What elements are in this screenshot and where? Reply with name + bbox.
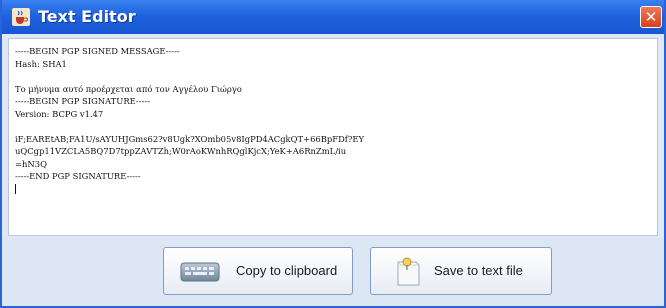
editor-line: -----END PGP SIGNATURE----- bbox=[15, 171, 141, 181]
editor-line: -----BEGIN PGP SIGNATURE----- bbox=[15, 96, 151, 106]
close-button[interactable]: ✕ bbox=[640, 6, 662, 28]
editor-line bbox=[15, 183, 651, 196]
copy-to-clipboard-button[interactable]: Copy to clipboard bbox=[163, 247, 353, 295]
save-to-text-file-button[interactable]: Save to text file bbox=[370, 247, 552, 295]
editor-line: uQCgp11VZCLA5BQ7D7tppZAVTZh;W0rAoKWnhRQg… bbox=[15, 146, 347, 156]
editor-line: iF;EAREtAB;FA1U/sAYUHJGms62?v8Ugk?XOmb05… bbox=[15, 133, 365, 144]
editor-line: Version: BCPG v1.47 bbox=[15, 108, 104, 119]
title-bar[interactable]: Text Editor ✕ bbox=[2, 0, 664, 34]
note-pin-icon bbox=[397, 257, 420, 286]
keyboard-icon bbox=[180, 262, 220, 282]
text-caret bbox=[15, 183, 16, 194]
window-title: Text Editor bbox=[38, 7, 136, 26]
text-editor-area[interactable]: -----BEGIN PGP SIGNED MESSAGE----- Hash: … bbox=[8, 38, 658, 236]
editor-line: -----BEGIN PGP SIGNED MESSAGE----- bbox=[15, 46, 180, 56]
editor-line: Το μήνυμα αυτό προέρχεται από τον Αγγέλο… bbox=[15, 83, 242, 94]
java-cup-icon bbox=[12, 8, 30, 26]
editor-line: =hN3Q bbox=[15, 158, 47, 169]
editor-line: Hash: SHA1 bbox=[15, 58, 67, 69]
close-icon: ✕ bbox=[644, 8, 658, 26]
save-button-label: Save to text file bbox=[434, 263, 523, 278]
copy-button-label: Copy to clipboard bbox=[236, 263, 338, 278]
